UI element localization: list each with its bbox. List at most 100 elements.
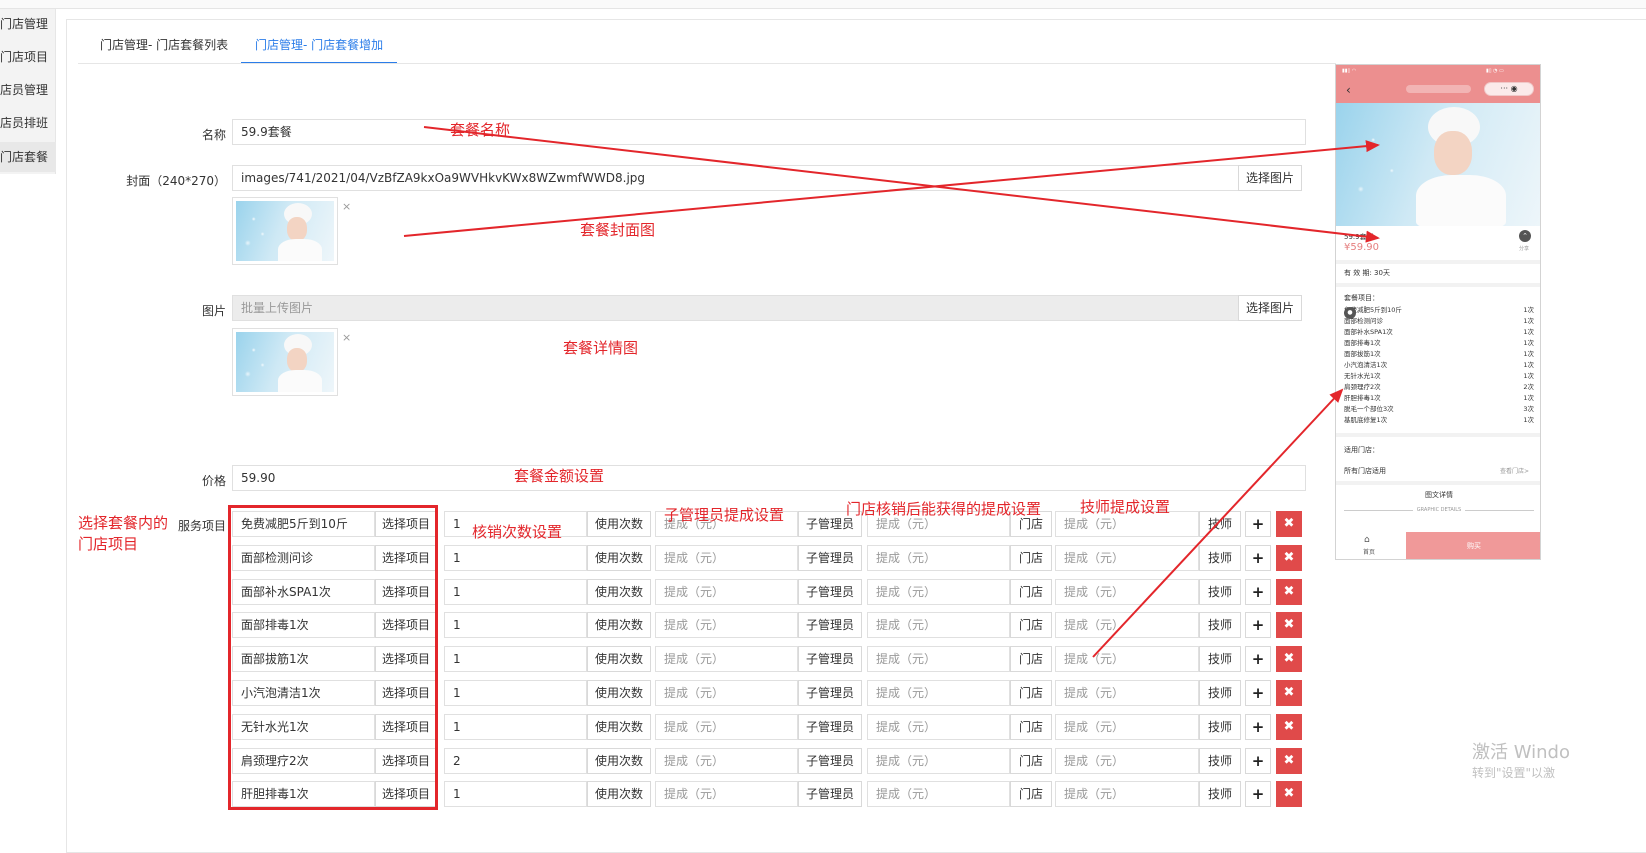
sub-manager-commission-input[interactable]: 提成（元） — [655, 714, 798, 740]
mobile-detail-subtitle: GRAPHIC DETAILS — [1336, 507, 1540, 513]
add-row-icon[interactable]: + — [1245, 646, 1271, 672]
sub-manager-commission-input[interactable]: 提成（元） — [655, 612, 798, 638]
mobile-item-name: 无针水光1次 — [1344, 372, 1381, 380]
mobile-buy-button[interactable]: 购买 — [1406, 532, 1540, 559]
use-count-addon: 使用次数 — [587, 646, 651, 672]
images-select-image-button[interactable]: 选择图片 — [1238, 295, 1302, 321]
sidebar: 门店管理 门店项目 店员管理 店员排班 门店套餐 — [0, 9, 56, 174]
sub-manager-addon: 子管理员 — [798, 612, 862, 638]
add-row-icon[interactable]: + — [1245, 748, 1271, 774]
mobile-package-name: 59.9套餐 — [1344, 233, 1374, 241]
store-commission-input[interactable]: 提成（元） — [867, 680, 1010, 706]
store-addon: 门店 — [1010, 579, 1052, 605]
price-input[interactable]: 59.90 — [232, 465, 1306, 491]
store-commission-input[interactable]: 提成（元） — [867, 714, 1010, 740]
use-count-input[interactable]: 1 — [444, 612, 587, 638]
mobile-item-row: 基肌底修复1次 1次 — [1344, 415, 1534, 426]
share-icon[interactable]: ⌃ — [1519, 230, 1531, 242]
mobile-item-name: 肝胆排毒1次 — [1344, 394, 1381, 402]
sidebar-item-store-management[interactable]: 门店管理 — [0, 9, 56, 39]
cover-remove-icon[interactable]: × — [342, 200, 351, 213]
sub-manager-commission-input[interactable]: 提成（元） — [655, 646, 798, 672]
sub-manager-commission-input[interactable]: 提成（元） — [655, 545, 798, 571]
sidebar-item-staff-management[interactable]: 店员管理 — [0, 75, 56, 105]
top-bar — [0, 0, 1646, 9]
technician-commission-input[interactable]: 提成（元） — [1055, 612, 1199, 638]
detail-photo — [236, 332, 334, 392]
technician-commission-input[interactable]: 提成（元） — [1055, 646, 1199, 672]
delete-row-icon[interactable]: ✖ — [1276, 612, 1302, 638]
technician-addon: 技师 — [1199, 511, 1241, 537]
delete-row-icon[interactable]: ✖ — [1276, 646, 1302, 672]
annotation-cover: 套餐封面图 — [580, 221, 656, 239]
sidebar-item-store-projects[interactable]: 门店项目 — [0, 42, 56, 72]
add-row-icon[interactable]: + — [1245, 781, 1271, 807]
store-commission-input[interactable]: 提成（元） — [867, 579, 1010, 605]
mobile-item-name: 小汽泡清洁1次 — [1344, 361, 1388, 369]
delete-row-icon[interactable]: ✖ — [1276, 545, 1302, 571]
sidebar-item-store-packages[interactable]: 门店套餐 — [0, 142, 56, 172]
mobile-item-count: 1次 — [1523, 306, 1534, 314]
add-row-icon[interactable]: + — [1245, 680, 1271, 706]
images-input[interactable]: 批量上传图片 — [232, 295, 1239, 321]
store-addon: 门店 — [1010, 748, 1052, 774]
back-icon[interactable]: ‹ — [1346, 83, 1351, 97]
use-count-input[interactable]: 1 — [444, 714, 587, 740]
technician-commission-input[interactable]: 提成（元） — [1055, 680, 1199, 706]
home-icon[interactable]: ⌂ — [1364, 535, 1370, 545]
store-commission-input[interactable]: 提成（元） — [867, 612, 1010, 638]
mobile-item-count: 1次 — [1523, 328, 1534, 336]
mobile-detail-title: 图文详情 — [1425, 491, 1453, 499]
sidebar-item-staff-schedule[interactable]: 店员排班 — [0, 108, 56, 138]
mobile-view-store-link[interactable]: 查看门店> — [1500, 466, 1529, 475]
sub-manager-commission-input[interactable]: 提成（元） — [655, 680, 798, 706]
detail-remove-icon[interactable]: × — [342, 331, 351, 344]
sub-manager-commission-input[interactable]: 提成（元） — [655, 748, 798, 774]
technician-commission-input[interactable]: 提成（元） — [1055, 545, 1199, 571]
use-count-addon: 使用次数 — [587, 714, 651, 740]
use-count-input[interactable]: 1 — [444, 579, 587, 605]
capsule-menu-icon[interactable]: ··· ◉ — [1484, 82, 1534, 96]
add-row-icon[interactable]: + — [1245, 579, 1271, 605]
sub-manager-commission-input[interactable]: 提成（元） — [655, 781, 798, 807]
store-commission-input[interactable]: 提成（元） — [867, 781, 1010, 807]
use-count-addon: 使用次数 — [587, 579, 651, 605]
mobile-package-price: ¥59.90 — [1344, 242, 1379, 253]
use-count-input[interactable]: 1 — [444, 680, 587, 706]
mobile-item-count: 1次 — [1523, 361, 1534, 369]
delete-row-icon[interactable]: ✖ — [1276, 714, 1302, 740]
technician-commission-input[interactable]: 提成（元） — [1055, 579, 1199, 605]
cover-select-image-button[interactable]: 选择图片 — [1238, 165, 1302, 191]
add-row-icon[interactable]: + — [1245, 545, 1271, 571]
name-input[interactable]: 59.9套餐 — [232, 119, 1306, 145]
delete-row-icon[interactable]: ✖ — [1276, 511, 1302, 537]
use-count-input[interactable]: 2 — [444, 748, 587, 774]
sub-manager-addon: 子管理员 — [798, 680, 862, 706]
delete-row-icon[interactable]: ✖ — [1276, 748, 1302, 774]
technician-commission-input[interactable]: 提成（元） — [1055, 714, 1199, 740]
floating-dot-icon[interactable]: ● — [1344, 307, 1356, 319]
mobile-divider — [1336, 481, 1540, 485]
add-row-icon[interactable]: + — [1245, 511, 1271, 537]
price-label: 价格 — [201, 474, 226, 488]
store-commission-input[interactable]: 提成（元） — [867, 748, 1010, 774]
tab-package-list[interactable]: 门店管理- 门店套餐列表 — [100, 26, 228, 64]
add-row-icon[interactable]: + — [1245, 612, 1271, 638]
delete-row-icon[interactable]: ✖ — [1276, 579, 1302, 605]
store-commission-input[interactable]: 提成（元） — [867, 545, 1010, 571]
use-count-input[interactable]: 1 — [444, 646, 587, 672]
delete-row-icon[interactable]: ✖ — [1276, 680, 1302, 706]
technician-commission-input[interactable]: 提成（元） — [1055, 748, 1199, 774]
technician-addon: 技师 — [1199, 781, 1241, 807]
add-row-icon[interactable]: + — [1245, 714, 1271, 740]
technician-addon: 技师 — [1199, 545, 1241, 571]
store-commission-input[interactable]: 提成（元） — [867, 646, 1010, 672]
delete-row-icon[interactable]: ✖ — [1276, 781, 1302, 807]
use-count-input[interactable]: 1 — [444, 781, 587, 807]
sub-manager-commission-input[interactable]: 提成（元） — [655, 579, 798, 605]
technician-commission-input[interactable]: 提成（元） — [1055, 781, 1199, 807]
cover-input[interactable]: images/741/2021/04/VzBfZA9kxOa9WVHkvKWx8… — [232, 165, 1239, 191]
sub-manager-addon: 子管理员 — [798, 545, 862, 571]
tab-package-add[interactable]: 门店管理- 门店套餐增加 — [241, 26, 398, 64]
use-count-input[interactable]: 1 — [444, 545, 587, 571]
